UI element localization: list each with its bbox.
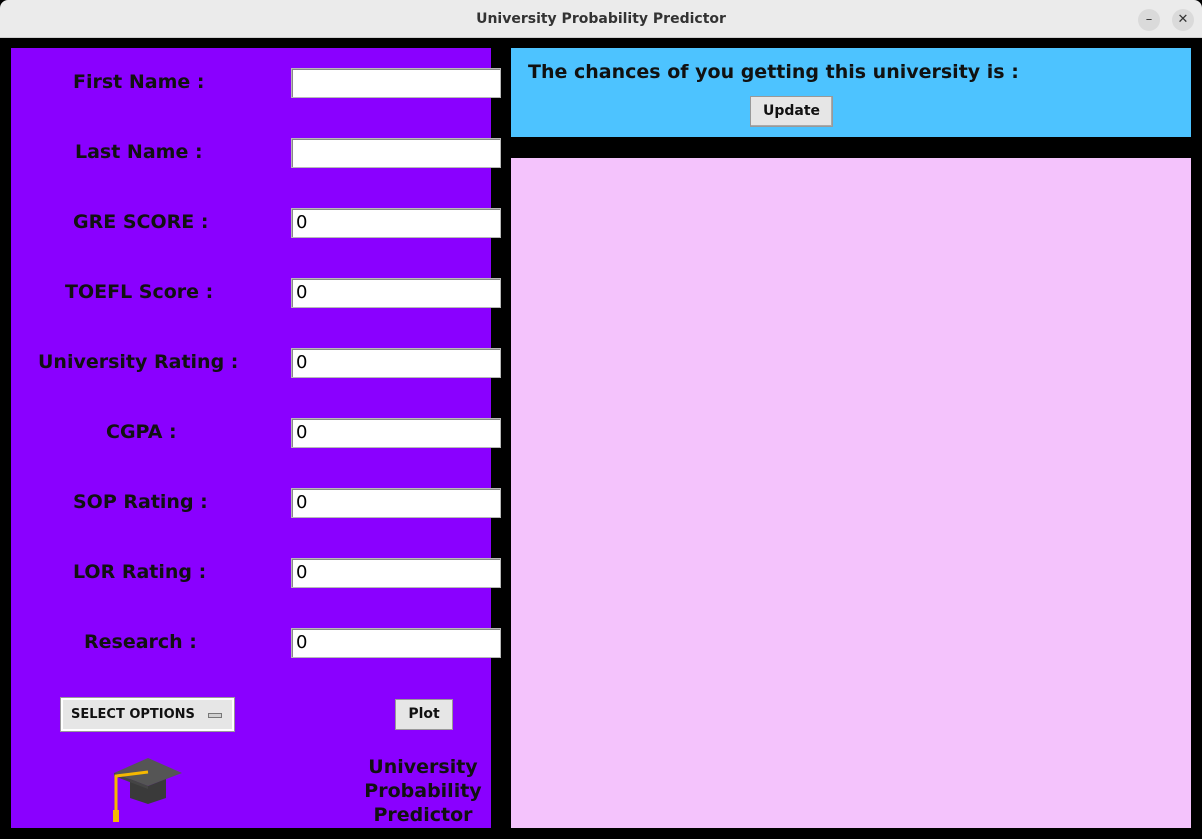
cgpa-input[interactable]: 0 bbox=[291, 418, 501, 448]
title-bar: University Probability Predictor – ✕ bbox=[0, 0, 1202, 38]
select-options-label: SELECT OPTIONS bbox=[71, 707, 195, 722]
last-name-input[interactable] bbox=[291, 138, 501, 168]
logo-text: University Probability Predictor bbox=[352, 755, 494, 827]
app-window: University Probability Predictor – ✕ Fir… bbox=[0, 0, 1202, 839]
toefl-score-input[interactable]: 0 bbox=[291, 278, 501, 308]
plot-button[interactable]: Plot bbox=[395, 699, 453, 730]
sop-rating-input[interactable]: 0 bbox=[291, 488, 501, 518]
logo-line-2: Probability bbox=[364, 780, 482, 802]
logo-line-3: Predictor bbox=[373, 804, 473, 826]
lor-rating-input[interactable]: 0 bbox=[291, 558, 501, 588]
toefl-score-label: TOEFL Score : bbox=[65, 281, 214, 303]
result-text: The chances of you getting this universi… bbox=[528, 61, 1019, 83]
gre-score-label: GRE SCORE : bbox=[73, 211, 209, 233]
dropdown-indicator-icon bbox=[208, 713, 222, 718]
plot-canvas[interactable] bbox=[511, 158, 1191, 828]
lor-rating-label: LOR Rating : bbox=[73, 561, 207, 583]
window-title: University Probability Predictor bbox=[476, 11, 726, 27]
logo-line-1: University bbox=[368, 756, 478, 778]
update-button[interactable]: Update bbox=[750, 96, 833, 127]
university-rating-input[interactable]: 0 bbox=[291, 348, 501, 378]
graduation-cap-icon bbox=[113, 758, 182, 822]
close-button[interactable]: ✕ bbox=[1172, 9, 1194, 31]
sop-rating-label: SOP Rating : bbox=[73, 491, 208, 513]
research-input[interactable]: 0 bbox=[291, 628, 501, 658]
gre-score-input[interactable]: 0 bbox=[291, 208, 501, 238]
first-name-label: First Name : bbox=[73, 71, 205, 93]
first-name-input[interactable] bbox=[291, 68, 501, 98]
university-rating-label: University Rating : bbox=[38, 351, 239, 373]
minimize-button[interactable]: – bbox=[1138, 9, 1160, 31]
cgpa-label: CGPA : bbox=[106, 421, 177, 443]
last-name-label: Last Name : bbox=[75, 141, 203, 163]
research-label: Research : bbox=[84, 631, 197, 653]
select-options-menu[interactable]: SELECT OPTIONS bbox=[60, 697, 235, 732]
